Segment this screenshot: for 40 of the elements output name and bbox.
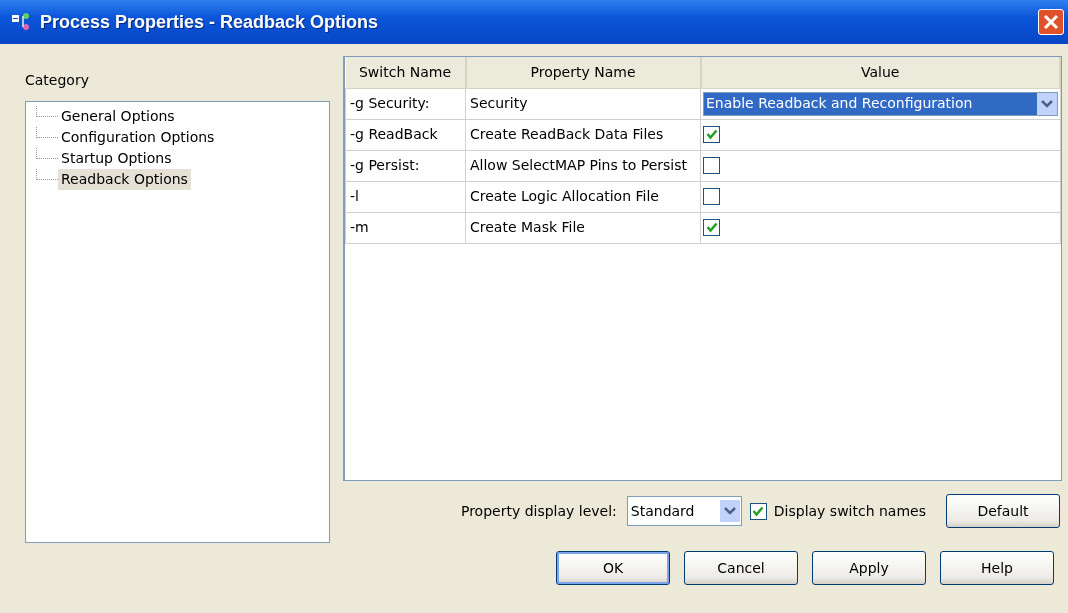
checkbox[interactable] [749,502,767,520]
display-level-label: Property display level: [460,501,617,521]
dialog-button[interactable]: OK [556,551,670,585]
checkbox-label: Display switch names [773,501,926,521]
checkbox[interactable] [703,157,720,174]
default-button[interactable]: Default [946,494,1060,528]
close-icon [1043,14,1059,30]
tree-item[interactable]: Readback Options [58,169,191,190]
table-cell: Allow SelectMAP Pins to Persist [465,150,701,181]
table-cell: -g Security: [345,88,466,119]
table-cell: -l [345,181,466,212]
column-header[interactable]: Switch Name [345,57,466,88]
checkmark-icon [752,505,765,517]
tree-item[interactable]: General Options [58,106,178,127]
table-cell: Create ReadBack Data Files [465,119,701,150]
caret-icon [1040,99,1053,108]
checkbox[interactable] [703,126,720,143]
table-cell: -m [345,212,466,243]
column-header[interactable]: Value [700,57,1060,88]
table-cell: Create Mask File [465,212,701,243]
checkmark-icon [705,129,718,140]
dialog-button[interactable]: Help [940,551,1054,585]
column-header[interactable]: Property Name [465,57,701,88]
value-dropdown[interactable]: Enable Readback and Reconfiguration [703,91,1058,116]
tree-item[interactable]: Configuration Options [58,127,218,148]
table-cell: -g ReadBack [345,119,466,150]
dialog-button[interactable]: Cancel [684,551,798,585]
window-title: Process Properties - Readback Options [40,10,379,34]
table-cell: Security [465,88,701,119]
tree-item[interactable]: Startup Options [58,148,175,169]
table-cell: -g Persist: [345,150,466,181]
category-label: Category [25,72,89,88]
close-button[interactable] [1038,9,1064,35]
checkbox[interactable] [703,188,720,205]
display-level-dropdown[interactable]: Standard [626,496,742,526]
caret-icon [723,507,736,515]
table-cell: Create Logic Allocation File [465,181,701,212]
checkbox[interactable] [703,219,720,236]
dialog-button[interactable]: Apply [812,551,926,585]
checkmark-icon [705,222,718,233]
